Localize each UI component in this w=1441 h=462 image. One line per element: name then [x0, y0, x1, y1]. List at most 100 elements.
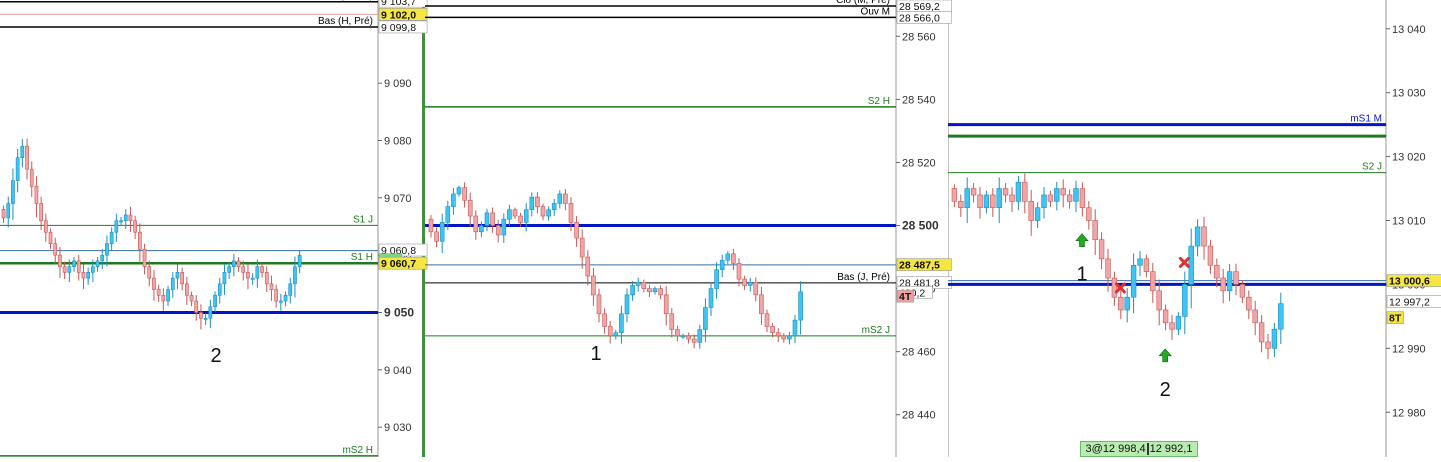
pivot-label: S2 H	[868, 96, 890, 107]
candle-body	[297, 254, 302, 267]
exit-cross-icon	[1178, 256, 1190, 268]
swing-number: 1	[590, 343, 601, 365]
candle-body	[736, 263, 742, 280]
candle-body	[293, 266, 297, 285]
candle-body	[67, 266, 72, 273]
tick-label: 28 440	[902, 410, 936, 422]
candle-body	[619, 313, 624, 334]
pivot-label: Bas (H, Pré)	[318, 16, 373, 27]
candle-body	[260, 266, 264, 273]
candle-body	[1246, 296, 1252, 311]
candle-body	[170, 277, 175, 290]
candle-body	[1162, 309, 1169, 324]
candle-body	[123, 214, 128, 222]
order-exit-label: 12 992,1	[1149, 443, 1193, 455]
candlestick-charts: 9 0309 0409 0509 0609 0709 0809 090Ouv (…	[0, 0, 1441, 457]
candle-body	[591, 275, 596, 296]
candle-body	[990, 194, 996, 209]
candle-body	[970, 188, 977, 196]
candle-body	[1137, 258, 1143, 266]
order-divider	[1146, 443, 1149, 455]
candle-body	[255, 266, 260, 279]
candle-body	[759, 294, 764, 315]
candle-body	[119, 220, 123, 223]
candle-body	[62, 266, 67, 273]
candle-body	[250, 277, 255, 280]
candle-body	[232, 260, 236, 267]
candle-body	[6, 203, 11, 219]
candle-body	[34, 186, 39, 204]
candle-body	[1226, 271, 1233, 292]
candle-body	[507, 209, 512, 220]
candle-body	[217, 283, 222, 296]
tick-label: 9 090	[384, 78, 412, 90]
order-status-bar[interactable]: 3@12 998,4 12 992,1	[1080, 441, 1198, 457]
candle-body	[557, 193, 563, 204]
candle-body	[1034, 207, 1041, 221]
pivot-label: mS2 J	[862, 325, 890, 336]
candle-body	[1111, 277, 1118, 298]
candle-body	[278, 300, 283, 303]
candle-body	[138, 231, 142, 250]
candle-body	[1175, 316, 1182, 330]
candle-body	[194, 300, 199, 313]
candle-body	[1278, 303, 1284, 330]
candle-body	[1239, 284, 1246, 298]
candle-body	[490, 212, 495, 226]
candle-body	[81, 272, 86, 279]
candle-body	[596, 294, 602, 315]
candle-body	[1073, 188, 1079, 202]
candle-body	[958, 201, 964, 209]
candle-body	[1002, 188, 1009, 196]
candle-body	[630, 285, 635, 296]
candle-body	[1066, 194, 1073, 202]
candle-body	[1022, 181, 1028, 202]
candle-body	[568, 203, 574, 223]
price-badge-label: 9 060,7	[381, 258, 416, 270]
price-axis-right	[1386, 0, 1441, 457]
candle-body	[1041, 194, 1047, 209]
candle-body	[574, 222, 579, 239]
candle-body	[675, 329, 680, 337]
candle-body	[635, 281, 641, 286]
candle-body	[691, 338, 697, 343]
candle-body	[563, 193, 568, 204]
candle-body	[518, 215, 523, 223]
candle-body	[697, 329, 703, 343]
tick-label: 13 020	[1392, 152, 1426, 164]
candle-body	[95, 260, 100, 267]
candle-body	[175, 272, 180, 279]
candle-body	[484, 212, 490, 226]
candle-body	[189, 295, 194, 302]
candle-body	[708, 288, 714, 308]
candle-body	[1156, 290, 1162, 311]
candle-body	[495, 225, 501, 236]
candle-body	[1098, 239, 1105, 260]
tick-label: 28 560	[902, 31, 936, 43]
pivot-label: S1 H	[351, 252, 373, 263]
candle-body	[53, 243, 58, 256]
candle-body	[25, 145, 29, 170]
tick-label: 13 010	[1392, 216, 1426, 228]
pivot-label: Ouv M	[861, 6, 890, 17]
pivot-label: mS2 H	[342, 445, 373, 456]
candle-body	[274, 289, 279, 302]
tick-label: 28 460	[902, 347, 936, 359]
tick-label: 9 080	[384, 135, 412, 147]
candle-body	[152, 277, 156, 290]
candle-body	[1220, 277, 1226, 292]
tick-label: 9 030	[384, 422, 412, 434]
candle-body	[1150, 271, 1156, 292]
candle-body	[1047, 194, 1054, 202]
candle-body	[703, 307, 708, 330]
candle-body	[439, 222, 445, 242]
candle-body	[86, 272, 90, 279]
candle-body	[15, 157, 20, 181]
candle-body	[128, 214, 133, 222]
candle-body	[585, 256, 591, 277]
candle-body	[43, 220, 48, 233]
candle-body	[1207, 245, 1214, 266]
trading-workspace: 9 0309 0409 0509 0609 0709 0809 090Ouv (…	[0, 0, 1441, 457]
candle-body	[602, 313, 607, 327]
candle-body	[1015, 181, 1022, 202]
